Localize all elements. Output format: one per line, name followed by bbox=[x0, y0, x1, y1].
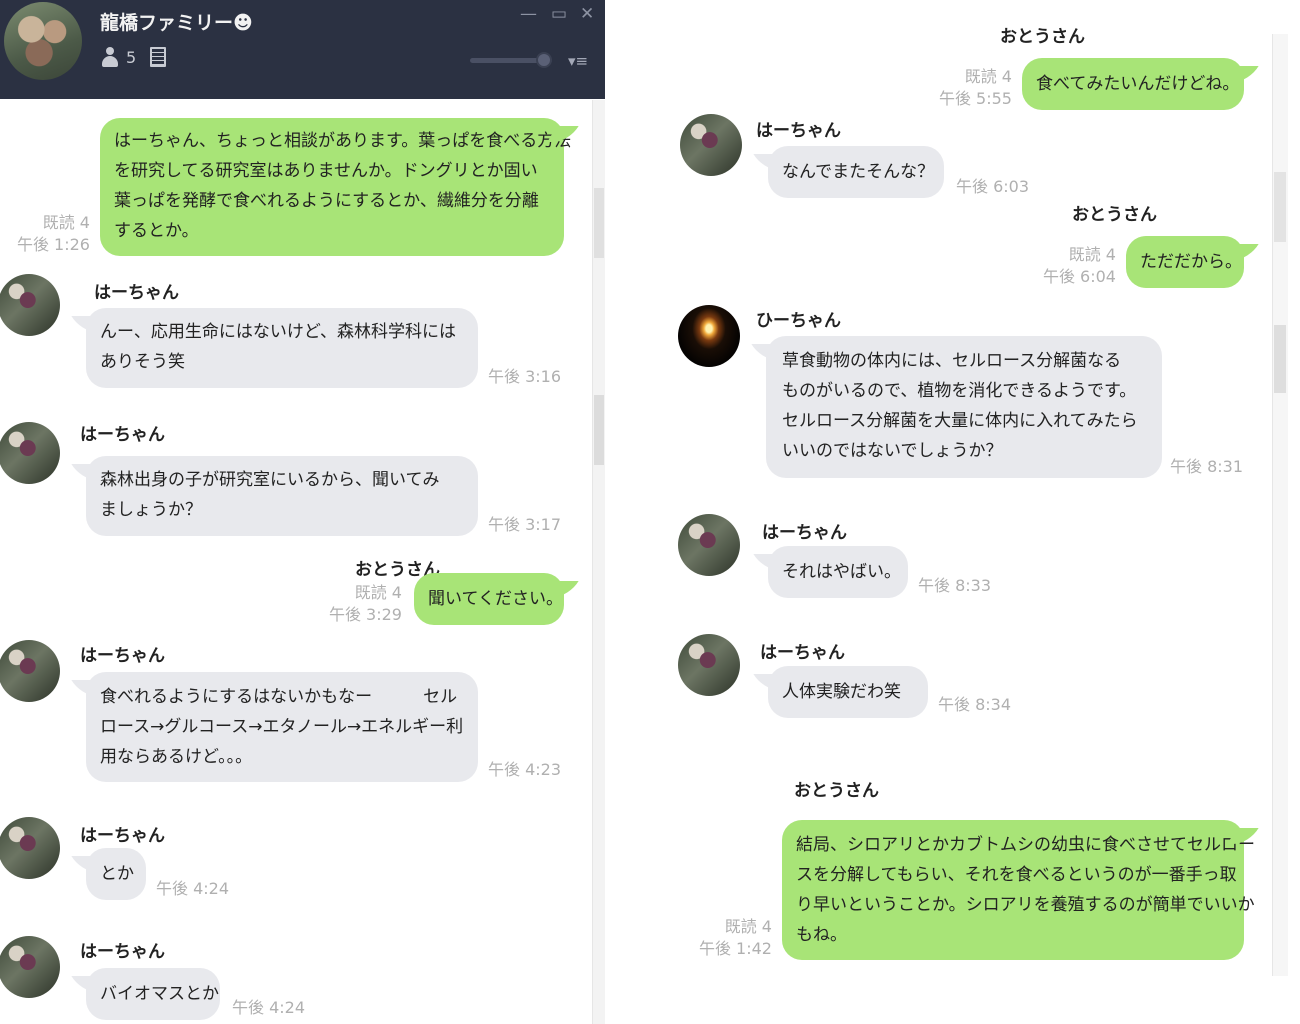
message-meta: 既読 4 午後 1:42 bbox=[686, 916, 772, 960]
message-meta: 既読 4 午後 3:29 bbox=[318, 582, 402, 626]
sender-avatar[interactable] bbox=[0, 274, 60, 336]
scrollbar-thumb[interactable] bbox=[594, 188, 604, 258]
read-receipt: 既読 4 bbox=[42, 213, 90, 232]
message-time: 午後 6:03 bbox=[956, 177, 1030, 196]
read-receipt: 既読 4 bbox=[964, 67, 1012, 86]
read-receipt: 既読 4 bbox=[1068, 245, 1116, 264]
message-time: 午後 6:04 bbox=[1042, 267, 1116, 286]
note-icon[interactable] bbox=[150, 47, 167, 67]
message-time: 午後 3:17 bbox=[488, 515, 562, 534]
scrollbar-thumb[interactable] bbox=[594, 395, 604, 465]
group-name[interactable]: 龍橋ファミリー☻ bbox=[100, 8, 253, 35]
close-button[interactable]: ✕ bbox=[580, 4, 594, 24]
sender-avatar[interactable] bbox=[678, 514, 740, 576]
sender-avatar[interactable] bbox=[0, 640, 60, 702]
message-meta: 既読 4 午後 5:55 bbox=[926, 66, 1012, 110]
message-bubble[interactable]: 草食動物の体内には、セルロース分解菌なる ものがいるので、植物を消化できるようで… bbox=[766, 336, 1162, 478]
sender-avatar[interactable] bbox=[678, 305, 740, 367]
sender-name: はーちゃん bbox=[756, 121, 841, 141]
message-time: 午後 4:23 bbox=[488, 760, 562, 779]
message-time: 午後 4:24 bbox=[232, 998, 306, 1017]
group-avatar[interactable] bbox=[4, 2, 82, 80]
message-bubble[interactable]: とか bbox=[86, 848, 146, 900]
sender-avatar[interactable] bbox=[678, 634, 740, 696]
menu-button[interactable]: ▾≡ bbox=[568, 52, 588, 70]
message-bubble[interactable]: 食べれるようにするはないかもなー セル ロース→グルコース→エタノール→エネルギ… bbox=[86, 672, 478, 782]
sender-avatar[interactable] bbox=[0, 817, 60, 879]
sender-name: おとうさん bbox=[794, 781, 879, 801]
message-meta: 既読 4 午後 6:04 bbox=[1030, 244, 1116, 288]
message-time: 午後 3:29 bbox=[328, 605, 402, 624]
message-bubble[interactable]: 食べてみたいんだけどね。 bbox=[1022, 58, 1244, 110]
sender-name: おとうさん bbox=[1000, 27, 1085, 47]
message-time: 午後 3:16 bbox=[488, 367, 562, 386]
message-meta: 既読 4 午後 1:26 bbox=[6, 212, 90, 256]
message-bubble[interactable]: 森林出身の子が研究室にいるから、聞いてみ ましょうか？ bbox=[86, 456, 478, 536]
message-time: 午後 8:34 bbox=[938, 695, 1012, 714]
sender-avatar[interactable] bbox=[0, 936, 60, 998]
message-time: 午後 8:33 bbox=[918, 576, 992, 595]
sender-name: はーちゃん bbox=[80, 425, 165, 445]
sender-name: はーちゃん bbox=[80, 942, 165, 962]
message-bubble[interactable]: 人体実験だわ笑 bbox=[768, 666, 928, 718]
minimize-button[interactable]: — bbox=[520, 4, 537, 24]
member-count[interactable]: 5 bbox=[126, 48, 136, 67]
opacity-slider-handle[interactable] bbox=[536, 52, 552, 68]
read-receipt: 既読 4 bbox=[354, 583, 402, 602]
message-time: 午後 5:55 bbox=[938, 89, 1012, 108]
message-time: 午後 1:42 bbox=[698, 939, 772, 958]
sender-avatar[interactable] bbox=[0, 422, 60, 484]
message-bubble[interactable]: はーちゃん、ちょっと相談があります。葉っぱを食べる方法 を研究してる研究室はあり… bbox=[100, 118, 571, 256]
members-icon[interactable] bbox=[102, 47, 118, 67]
message-bubble[interactable]: んー、応用生命にはないけど、森林科学科には ありそう笑 bbox=[86, 308, 478, 388]
sender-name: おとうさん bbox=[1072, 205, 1157, 225]
sender-name: ひーちゃん bbox=[756, 311, 841, 331]
message-time: 午後 1:26 bbox=[16, 235, 90, 254]
sender-name: はーちゃん bbox=[762, 523, 847, 543]
scrollbar-thumb[interactable] bbox=[1274, 172, 1286, 242]
chat-window-left: 龍橋ファミリー☻ 5 — ▭ ✕ ▾≡ はーちゃん、ちょっと相談があります。葉っ… bbox=[0, 0, 605, 1024]
member-info: 5 bbox=[102, 47, 167, 67]
sender-name: はーちゃん bbox=[760, 643, 845, 663]
maximize-button[interactable]: ▭ bbox=[551, 4, 567, 24]
message-bubble[interactable]: 聞いてください。 bbox=[414, 573, 564, 625]
message-bubble[interactable]: それはやばい。 bbox=[768, 546, 908, 598]
message-bubble[interactable]: 結局、シロアリとかカブトムシの幼虫に食べさせてセルロー スを分解してもらい、それ… bbox=[782, 820, 1255, 960]
title-bar: 龍橋ファミリー☻ 5 — ▭ ✕ ▾≡ bbox=[0, 0, 605, 99]
sender-name: はーちゃん bbox=[80, 826, 165, 846]
message-time: 午後 4:24 bbox=[156, 879, 230, 898]
scrollbar-thumb[interactable] bbox=[1274, 325, 1286, 393]
message-bubble[interactable]: なんでまたそんな？ bbox=[768, 146, 944, 198]
sender-name: はーちゃん bbox=[94, 283, 179, 303]
message-bubble[interactable]: ただだから。 bbox=[1126, 236, 1244, 288]
sender-avatar[interactable] bbox=[680, 114, 742, 176]
read-receipt: 既読 4 bbox=[724, 917, 772, 936]
sender-name: はーちゃん bbox=[80, 646, 165, 666]
message-time: 午後 8:31 bbox=[1170, 457, 1244, 476]
message-bubble[interactable]: バイオマスとか bbox=[86, 968, 220, 1020]
